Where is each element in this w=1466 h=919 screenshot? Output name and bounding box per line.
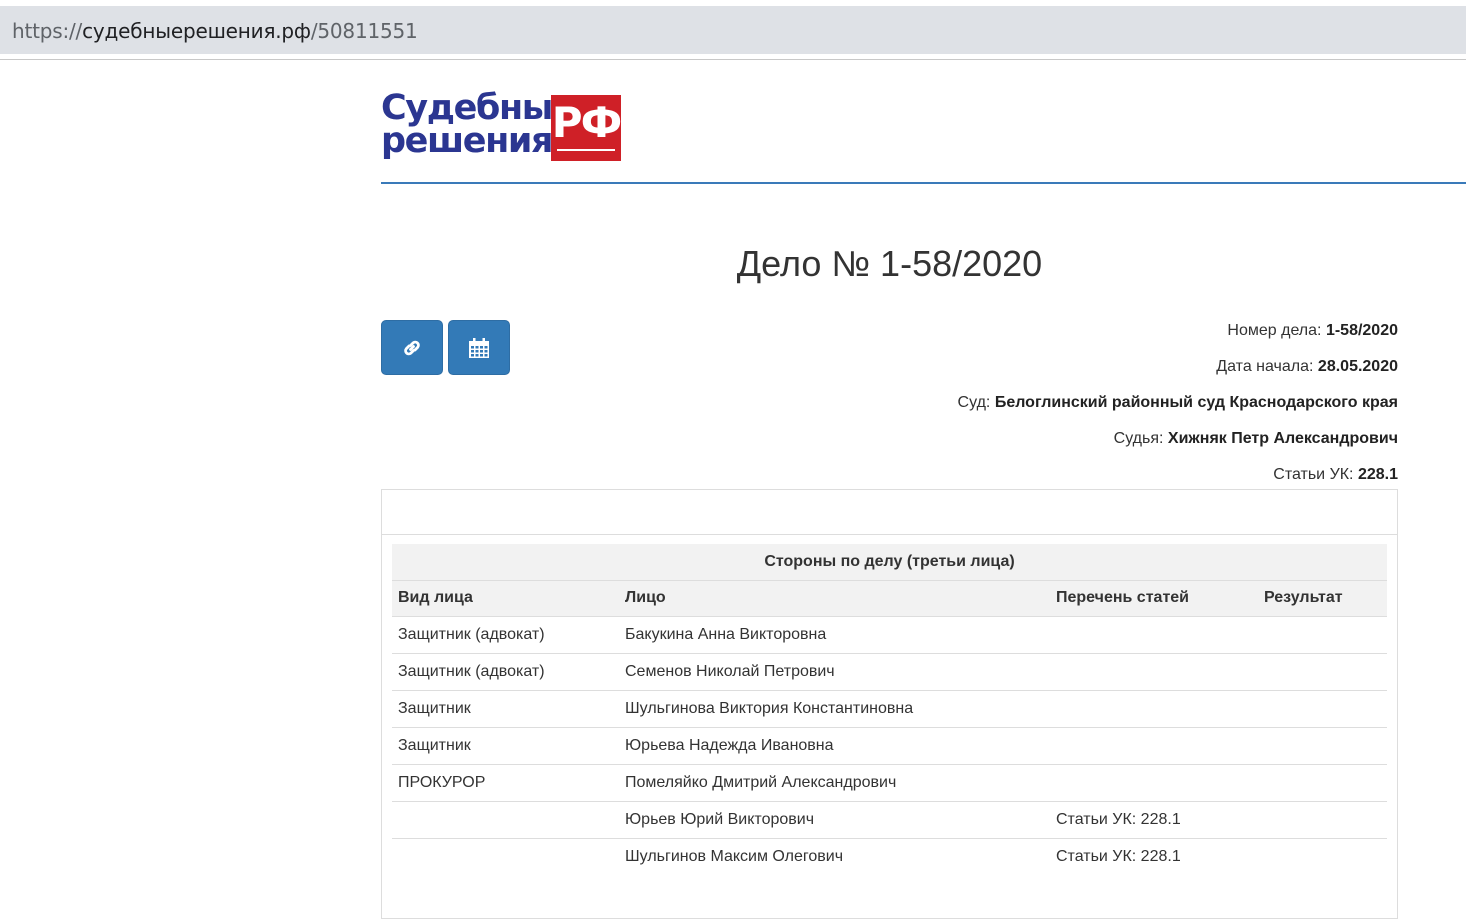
case-judge-label: Судья:	[1113, 430, 1164, 447]
url-host: судебныерешения.рф	[82, 19, 311, 43]
case-start-label: Дата начала:	[1216, 358, 1314, 375]
party-articles: Статьи УК: 228.1	[1050, 837, 1258, 875]
party-articles	[1050, 763, 1258, 801]
party-person: Шульгинова Виктория Константиновна	[619, 689, 1050, 727]
column-header-articles: Перечень статей	[1050, 579, 1258, 616]
party-articles	[1050, 615, 1258, 653]
logo-line2: решения	[381, 121, 553, 161]
party-type: Защитник (адвокат)	[392, 652, 619, 690]
header-divider	[381, 182, 1466, 184]
party-type: Защитник (адвокат)	[392, 615, 619, 653]
address-bar[interactable]: https://судебныерешения.рф/50811551	[0, 6, 1466, 54]
party-type	[392, 837, 619, 875]
url-path: /50811551	[310, 19, 418, 43]
table-row: Шульгинов Максим Олегович Статьи УК: 228…	[392, 837, 1387, 875]
column-header-result: Результат	[1258, 579, 1387, 616]
link-icon	[404, 340, 420, 355]
calendar-icon	[469, 337, 489, 358]
site-logo[interactable]: Судебные решения РФ	[381, 91, 623, 164]
party-person: Юрьева Надежда Ивановна	[619, 726, 1050, 764]
column-header-type: Вид лица	[392, 579, 619, 616]
party-articles	[1050, 726, 1258, 764]
party-type: Защитник	[392, 726, 619, 764]
case-court: Суд: Белоглинский районный суд Краснодар…	[698, 393, 1398, 413]
party-person: Юрьев Юрий Викторович	[619, 800, 1050, 838]
party-result	[1258, 837, 1387, 875]
case-judge-value: Хижняк Петр Александрович	[1167, 430, 1398, 447]
copy-link-button[interactable]	[381, 320, 443, 375]
url-scheme: https://	[12, 19, 83, 43]
calendar-button[interactable]	[448, 320, 510, 375]
case-articles-value: 228.1	[1357, 466, 1398, 483]
table-row: Юрьев Юрий Викторович Статьи УК: 228.1	[392, 800, 1387, 838]
logo-wordmark: Судебные решения	[381, 91, 576, 161]
panel-header-divider	[382, 534, 1397, 535]
party-person: Помеляйко Дмитрий Александрович	[619, 763, 1050, 801]
url-text[interactable]: https://судебныерешения.рф/50811551	[12, 19, 418, 43]
case-articles-label: Статьи УК:	[1273, 466, 1354, 483]
table-row: ПРОКУРОР Помеляйко Дмитрий Александрович	[392, 763, 1387, 801]
page-title: Дело № 1-58/2020	[736, 243, 1043, 284]
party-type: ПРОКУРОР	[392, 763, 619, 801]
case-number: Номер дела: 1-58/2020	[698, 321, 1398, 341]
party-result	[1258, 726, 1387, 764]
party-articles	[1050, 652, 1258, 690]
parties-table: Стороны по делу (третьи лица) Вид лица Л…	[392, 544, 1387, 875]
party-type: Защитник	[392, 689, 619, 727]
case-number-label: Номер дела:	[1227, 322, 1322, 339]
table-row: Защитник (адвокат) Семенов Николай Петро…	[392, 652, 1387, 690]
party-person: Бакукина Анна Викторовна	[619, 615, 1050, 653]
table-row: Защитник Юрьева Надежда Ивановна	[392, 726, 1387, 764]
party-articles: Статьи УК: 228.1	[1050, 800, 1258, 838]
party-result	[1258, 763, 1387, 801]
case-court-label: Суд:	[957, 394, 991, 411]
party-result	[1258, 800, 1387, 838]
case-number-value: 1-58/2020	[1325, 322, 1398, 339]
case-start-date: Дата начала: 28.05.2020	[698, 357, 1398, 377]
party-type	[392, 800, 619, 838]
party-articles	[1050, 689, 1258, 727]
table-row: Защитник (адвокат) Бакукина Анна Викторо…	[392, 615, 1387, 653]
party-person: Шульгинов Максим Олегович	[619, 837, 1050, 875]
logo-badge: РФ	[551, 95, 622, 161]
column-header-person: Лицо	[619, 579, 1050, 616]
case-articles: Статьи УК: 228.1	[698, 465, 1398, 485]
party-result	[1258, 689, 1387, 727]
case-judge: Судья: Хижняк Петр Александрович	[698, 429, 1398, 449]
address-bar-border	[0, 59, 1466, 60]
party-result	[1258, 615, 1387, 653]
case-court-value: Белоглинский районный суд Краснодарского…	[994, 394, 1398, 411]
case-start-value: 28.05.2020	[1317, 358, 1398, 375]
party-result	[1258, 652, 1387, 690]
party-person: Семенов Николай Петрович	[619, 652, 1050, 690]
table-row: Защитник Шульгинова Виктория Константино…	[392, 689, 1387, 727]
parties-table-caption: Стороны по делу (третьи лица)	[392, 544, 1387, 580]
